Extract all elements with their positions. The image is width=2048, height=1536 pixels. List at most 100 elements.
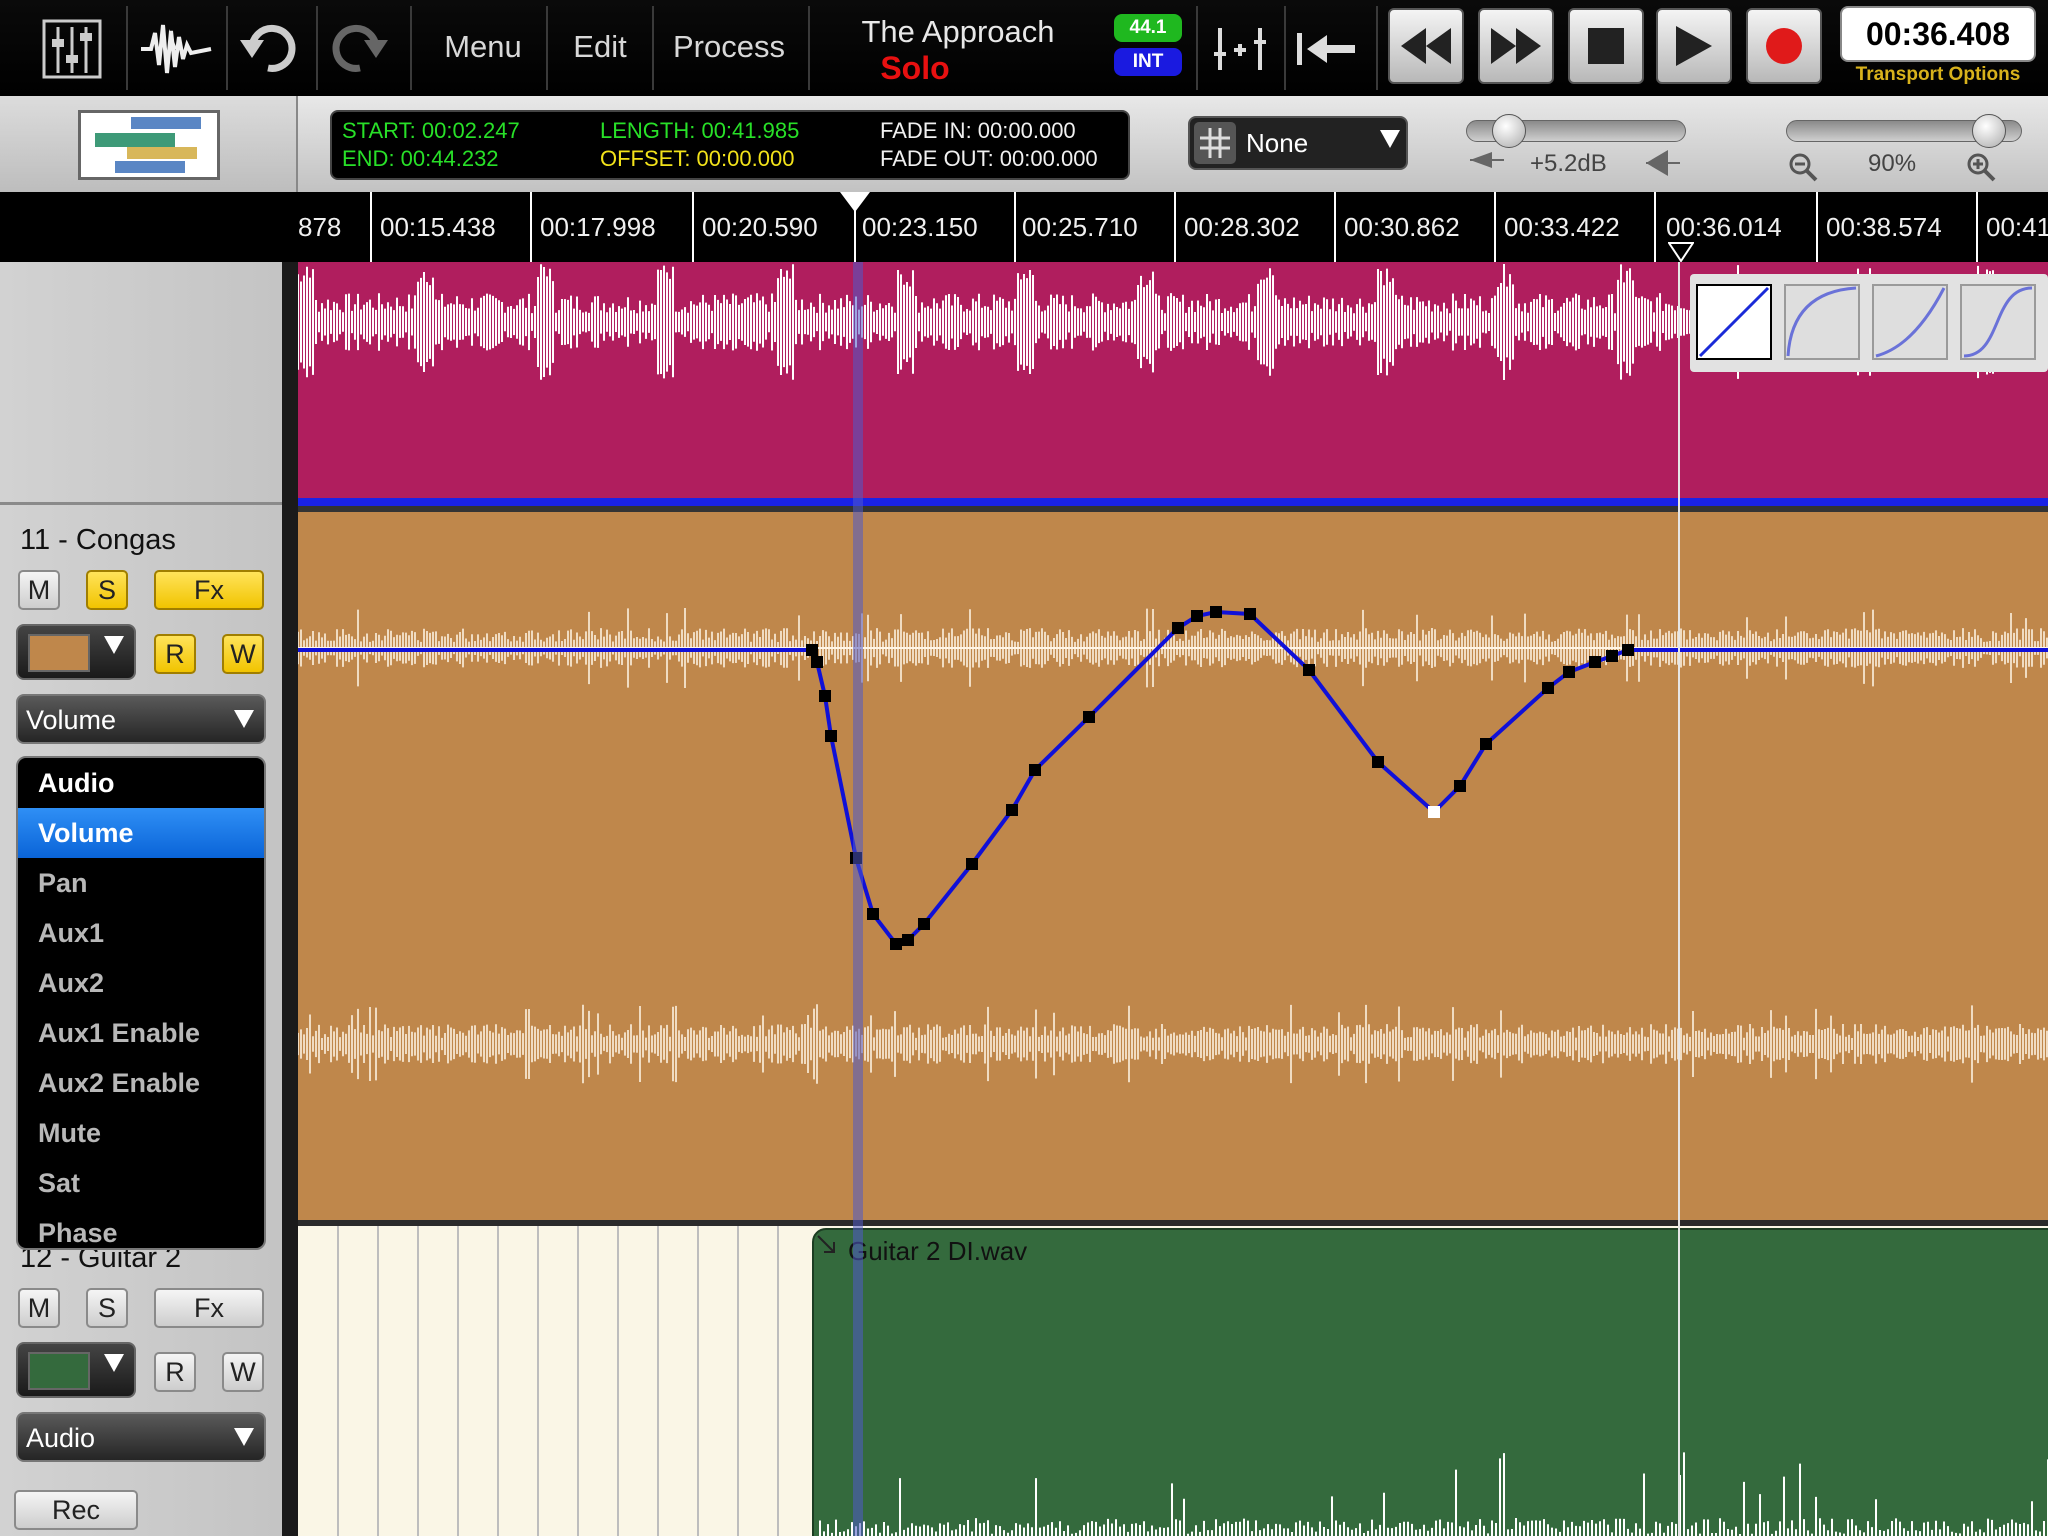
fade-scurve-icon bbox=[1963, 286, 2033, 358]
automation-dropdown-menu[interactable]: Audio Volume Pan Aux1 Aux2 Aux1 Enable A… bbox=[16, 756, 266, 1250]
dropdown-item-phase[interactable]: Phase bbox=[18, 1208, 264, 1248]
zoom-out-icon[interactable] bbox=[1788, 152, 1818, 187]
automation-point[interactable] bbox=[825, 730, 837, 742]
snap-grid-select[interactable]: None bbox=[1188, 116, 1408, 170]
write-automation-button[interactable]: W bbox=[222, 1352, 264, 1392]
fade-log-icon bbox=[1786, 286, 1857, 357]
time-display[interactable]: 00:36.408 bbox=[1840, 6, 2036, 62]
process-button[interactable]: Process bbox=[656, 22, 802, 72]
fade-linear-button[interactable] bbox=[1696, 284, 1772, 360]
fade-out-time: FADE OUT: 00:00.000 bbox=[880, 146, 1098, 171]
automation-point[interactable] bbox=[902, 934, 914, 946]
ruler-label: 00:23.150 bbox=[862, 212, 978, 242]
cursor-marker-icon[interactable] bbox=[1668, 242, 1694, 262]
playhead[interactable] bbox=[853, 262, 863, 1536]
automation-point[interactable] bbox=[1029, 764, 1041, 776]
automation-point[interactable] bbox=[1480, 738, 1492, 750]
ruler-tick bbox=[1976, 192, 1978, 262]
automation-point[interactable] bbox=[1428, 806, 1440, 818]
mute-button[interactable]: M bbox=[18, 1288, 60, 1328]
playhead-marker-icon[interactable] bbox=[840, 192, 870, 214]
fade-scurve-button[interactable] bbox=[1960, 284, 2036, 360]
automation-point[interactable] bbox=[1006, 804, 1018, 816]
grid-icon bbox=[1194, 122, 1236, 164]
ruler-tick bbox=[1014, 192, 1016, 262]
automation-point[interactable] bbox=[1303, 664, 1315, 676]
ruler-tick bbox=[370, 192, 372, 262]
dropdown-item-mute[interactable]: Mute bbox=[18, 1108, 264, 1158]
automation-point[interactable] bbox=[966, 858, 978, 870]
dropdown-item-aux2-enable[interactable]: Aux2 Enable bbox=[18, 1058, 264, 1108]
ruler-tick bbox=[1174, 192, 1176, 262]
mute-button[interactable]: M bbox=[18, 570, 60, 610]
track-color-select[interactable] bbox=[16, 1342, 136, 1398]
ruler-tick bbox=[1654, 192, 1656, 262]
automation-point[interactable] bbox=[1563, 666, 1575, 678]
automation-lane-select[interactable]: Audio bbox=[16, 1412, 266, 1462]
solo-button[interactable]: S bbox=[86, 1288, 128, 1328]
fx-button[interactable]: Fx bbox=[154, 570, 264, 610]
dropdown-item-volume[interactable]: Volume bbox=[18, 808, 264, 858]
fade-exp-button[interactable] bbox=[1872, 284, 1948, 360]
record-button[interactable] bbox=[1746, 8, 1822, 84]
automation-point[interactable] bbox=[890, 938, 902, 950]
write-automation-button[interactable]: W bbox=[222, 634, 264, 674]
zoom-in-icon[interactable] bbox=[1966, 152, 1996, 187]
automation-point[interactable] bbox=[1191, 610, 1203, 622]
track-color-select[interactable] bbox=[16, 624, 136, 680]
rewind-button[interactable] bbox=[1388, 8, 1464, 84]
audio-clip[interactable] bbox=[812, 1228, 2048, 1536]
stop-button[interactable] bbox=[1568, 8, 1644, 84]
return-to-start-icon[interactable] bbox=[1286, 14, 1366, 84]
volume-automation-envelope[interactable] bbox=[298, 512, 2048, 1220]
fade-log-button[interactable] bbox=[1784, 284, 1860, 360]
automation-point[interactable] bbox=[918, 918, 930, 930]
overview-thumbnail-icon[interactable] bbox=[78, 110, 220, 180]
automation-point[interactable] bbox=[806, 644, 818, 656]
timeline-ruler[interactable]: 878 00:15.438 00:17.998 00:20.590 00:23.… bbox=[0, 192, 2048, 262]
automation-point[interactable] bbox=[1210, 606, 1222, 618]
transport-options-link[interactable]: Transport Options bbox=[1840, 64, 2036, 88]
timeline-area[interactable]: Guitar 2 DI.wav bbox=[298, 262, 2048, 1536]
dropdown-item-pan[interactable]: Pan bbox=[18, 858, 264, 908]
automation-point[interactable] bbox=[1083, 711, 1095, 723]
automation-point[interactable] bbox=[1372, 756, 1384, 768]
automation-lane-select[interactable]: Volume bbox=[16, 694, 266, 744]
fx-button[interactable]: Fx bbox=[154, 1288, 264, 1328]
dropdown-item-audio[interactable]: Audio bbox=[18, 758, 264, 808]
end-time: END: 00:44.232 bbox=[342, 146, 499, 171]
dropdown-item-sat[interactable]: Sat bbox=[18, 1158, 264, 1208]
dropdown-item-aux1[interactable]: Aux1 bbox=[18, 908, 264, 958]
automation-point[interactable] bbox=[811, 656, 823, 668]
automation-point[interactable] bbox=[1589, 656, 1601, 668]
zoom-slider-knob[interactable] bbox=[1971, 114, 2006, 148]
redo-icon[interactable] bbox=[320, 14, 400, 84]
gain-slider-knob[interactable] bbox=[1492, 114, 1527, 148]
fast-forward-button[interactable] bbox=[1478, 8, 1554, 84]
mixer-icon[interactable] bbox=[32, 14, 112, 84]
automation-point[interactable] bbox=[1542, 682, 1554, 694]
undo-icon[interactable] bbox=[228, 14, 308, 84]
automation-point[interactable] bbox=[819, 690, 831, 702]
automation-point[interactable] bbox=[1172, 622, 1184, 634]
waveform-tool-icon[interactable] bbox=[136, 14, 216, 84]
stop-icon bbox=[1588, 28, 1624, 64]
overview-panel[interactable] bbox=[0, 96, 298, 192]
insert-marker-icon[interactable] bbox=[1200, 14, 1280, 84]
edit-button[interactable]: Edit bbox=[550, 22, 650, 72]
automation-point[interactable] bbox=[1606, 650, 1618, 662]
read-automation-button[interactable]: R bbox=[154, 634, 196, 674]
record-arm-button[interactable]: Rec bbox=[14, 1490, 138, 1530]
read-automation-button[interactable]: R bbox=[154, 1352, 196, 1392]
automation-point[interactable] bbox=[1622, 644, 1634, 656]
dropdown-item-aux2[interactable]: Aux2 bbox=[18, 958, 264, 1008]
header-divider bbox=[282, 262, 298, 1536]
solo-button[interactable]: S bbox=[86, 570, 128, 610]
dropdown-item-aux1-enable[interactable]: Aux1 Enable bbox=[18, 1008, 264, 1058]
track-name[interactable]: 11 - Congas bbox=[20, 524, 176, 557]
automation-point[interactable] bbox=[1454, 780, 1466, 792]
automation-point[interactable] bbox=[1244, 608, 1256, 620]
menu-button[interactable]: Menu bbox=[420, 22, 546, 72]
automation-point[interactable] bbox=[867, 908, 879, 920]
play-button[interactable] bbox=[1656, 8, 1732, 84]
